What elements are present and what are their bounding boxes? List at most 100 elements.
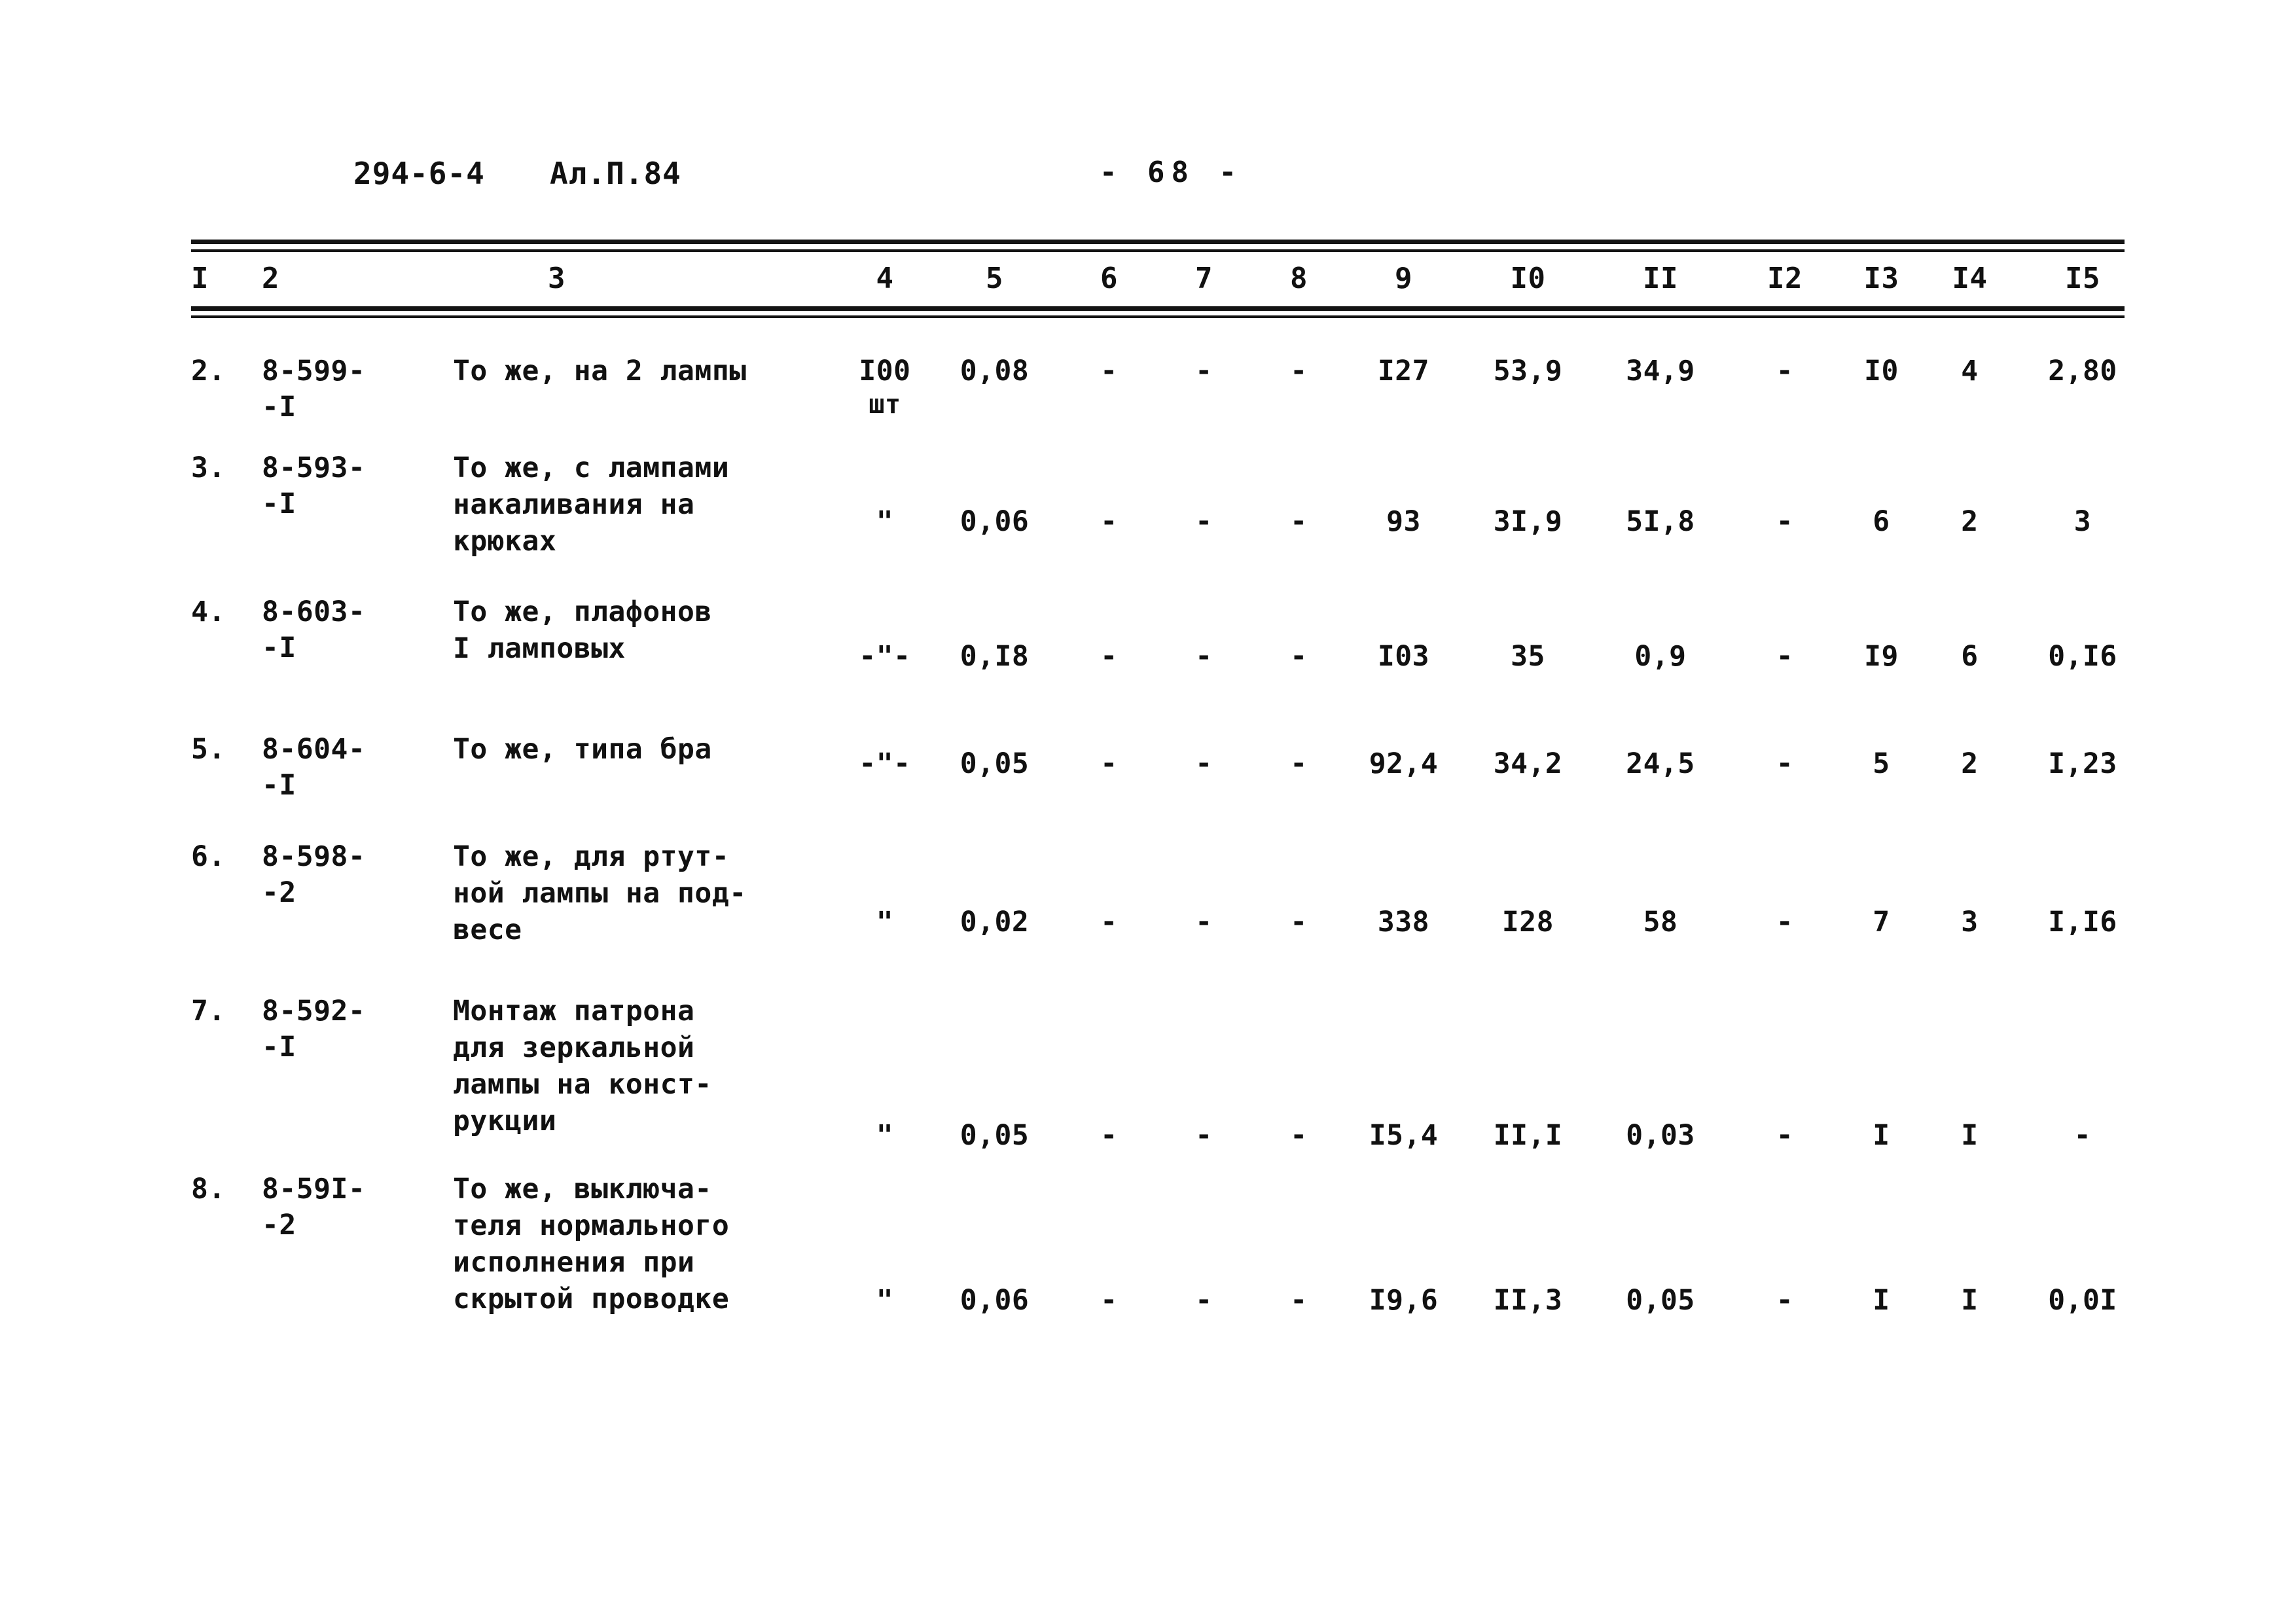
row-value-c7: - <box>1195 1119 1213 1152</box>
row-value-c15: I,I6 <box>2048 906 2117 938</box>
row-code-cell: 8-592- -I <box>262 995 366 1064</box>
table-top-rule <box>191 240 2125 244</box>
row-value-c6: - <box>1100 355 1118 387</box>
row-value-c10: 53,9 <box>1493 355 1563 387</box>
row-code-cell: 8-593- -I <box>262 452 366 521</box>
table-top-rule-second <box>191 249 2125 252</box>
column-header-12: I2 <box>1767 262 1803 295</box>
row-unit-cell: " <box>876 906 894 938</box>
row-value-c13: I <box>1873 1119 1890 1152</box>
row-value-c13: I0 <box>1864 355 1899 387</box>
row-value-c8: - <box>1290 1119 1308 1152</box>
row-value-c13: 7 <box>1873 906 1890 938</box>
row-index-cell: 5. <box>191 733 226 766</box>
page-header: 294-6-4 Ал.П.84 - 68 - <box>0 156 2296 202</box>
row-unit-subtext: шт <box>869 389 901 420</box>
row-value-c7: - <box>1195 640 1213 673</box>
row-value-c15: 2,80 <box>2048 355 2117 387</box>
row-value-c9: I5,4 <box>1369 1119 1439 1152</box>
row-value-c11: 34,9 <box>1626 355 1695 387</box>
row-value-c12: - <box>1776 355 1794 387</box>
row-value-c11: 0,9 <box>1634 640 1687 673</box>
row-index-cell: 4. <box>191 596 226 628</box>
page-number: - 68 - <box>1100 156 1243 189</box>
column-header-10: I0 <box>1510 262 1546 295</box>
row-value-c10: II,3 <box>1493 1284 1563 1317</box>
row-value-c11: 0,03 <box>1626 1119 1695 1152</box>
row-value-c14: 2 <box>1961 747 1979 780</box>
row-value-c12: - <box>1776 1119 1794 1152</box>
row-value-c12: - <box>1776 906 1794 938</box>
row-name-cell: То же, для ртут- ной лампы на под- весе <box>453 840 747 946</box>
row-value-c8: - <box>1290 355 1308 387</box>
row-value-c7: - <box>1195 505 1213 538</box>
document-page: 294-6-4 Ал.П.84 - 68 - I 2 3 4 5 6 7 8 9… <box>0 0 2296 1623</box>
row-value-c6: - <box>1100 1284 1118 1317</box>
column-header-15: I5 <box>2065 262 2100 295</box>
row-name-cell: То же, с лампами накаливания на крюках <box>453 452 730 558</box>
row-value-c5: 0,02 <box>960 906 1030 938</box>
row-code-cell: 8-599- -I <box>262 355 366 424</box>
row-value-c6: - <box>1100 1119 1118 1152</box>
row-value-c8: - <box>1290 906 1308 938</box>
row-value-c12: - <box>1776 747 1794 780</box>
row-value-c6: - <box>1100 747 1118 780</box>
table-header-rule-second <box>191 315 2125 318</box>
row-value-c7: - <box>1195 1284 1213 1317</box>
row-value-c8: - <box>1290 747 1308 780</box>
document-code: 294-6-4 <box>353 156 485 191</box>
row-value-c15: - <box>2073 1119 2092 1152</box>
row-value-c14: 2 <box>1961 505 1979 538</box>
row-value-c6: - <box>1100 640 1118 673</box>
row-index-cell: 6. <box>191 840 226 873</box>
row-value-c12: - <box>1776 1284 1794 1317</box>
row-value-c10: 3I,9 <box>1493 505 1563 538</box>
row-name-cell: То же, выключа- теля нормального исполне… <box>453 1173 730 1315</box>
row-value-c14: 3 <box>1961 906 1979 938</box>
row-value-c9: 92,4 <box>1369 747 1439 780</box>
column-header-13: I3 <box>1863 262 1899 295</box>
row-value-c7: - <box>1195 906 1213 938</box>
row-value-c11: 24,5 <box>1626 747 1695 780</box>
row-value-c13: 5 <box>1873 747 1890 780</box>
row-value-c11: 58 <box>1643 906 1678 938</box>
row-value-c5: 0,08 <box>960 355 1030 387</box>
row-value-c12: - <box>1776 640 1794 673</box>
row-unit-cell: -"- <box>859 640 911 673</box>
row-value-c5: 0,06 <box>960 505 1030 538</box>
table-header-rule <box>191 306 2125 311</box>
row-value-c5: 0,I8 <box>960 640 1030 673</box>
row-value-c7: - <box>1195 355 1213 387</box>
column-header-8: 8 <box>1290 262 1308 295</box>
row-code-cell: 8-59I- -2 <box>262 1173 366 1242</box>
row-value-c13: 6 <box>1873 505 1890 538</box>
row-value-c8: - <box>1290 505 1308 538</box>
row-value-c10: I28 <box>1501 906 1554 938</box>
row-value-c14: 6 <box>1961 640 1979 673</box>
row-index-cell: 8. <box>191 1173 226 1205</box>
row-unit-cell: " <box>876 1119 894 1152</box>
row-value-c8: - <box>1290 1284 1308 1317</box>
row-value-c14: 4 <box>1961 355 1979 387</box>
row-value-c10: 35 <box>1511 640 1545 673</box>
row-value-c15: I,23 <box>2048 747 2117 780</box>
row-value-c13: I9 <box>1864 640 1899 673</box>
row-name-cell: То же, типа бра <box>453 733 712 766</box>
row-unit-cell: -"- <box>859 747 911 780</box>
row-value-c9: I03 <box>1377 640 1430 673</box>
column-header-9: 9 <box>1395 262 1412 295</box>
row-index-cell: 3. <box>191 452 226 484</box>
row-value-c14: I <box>1961 1119 1979 1152</box>
column-header-5: 5 <box>986 262 1003 295</box>
row-value-c11: 0,05 <box>1626 1284 1695 1317</box>
row-code-cell: 8-603- -I <box>262 596 366 665</box>
column-header-1: I <box>191 262 209 295</box>
row-value-c5: 0,05 <box>960 747 1030 780</box>
row-index-cell: 2. <box>191 355 226 387</box>
row-value-c5: 0,06 <box>960 1284 1030 1317</box>
row-value-c9: 338 <box>1377 906 1430 938</box>
row-code-cell: 8-598- -2 <box>262 840 366 910</box>
row-value-c9: I27 <box>1377 355 1430 387</box>
row-unit-cell: " <box>876 1284 894 1317</box>
row-value-c8: - <box>1290 640 1308 673</box>
